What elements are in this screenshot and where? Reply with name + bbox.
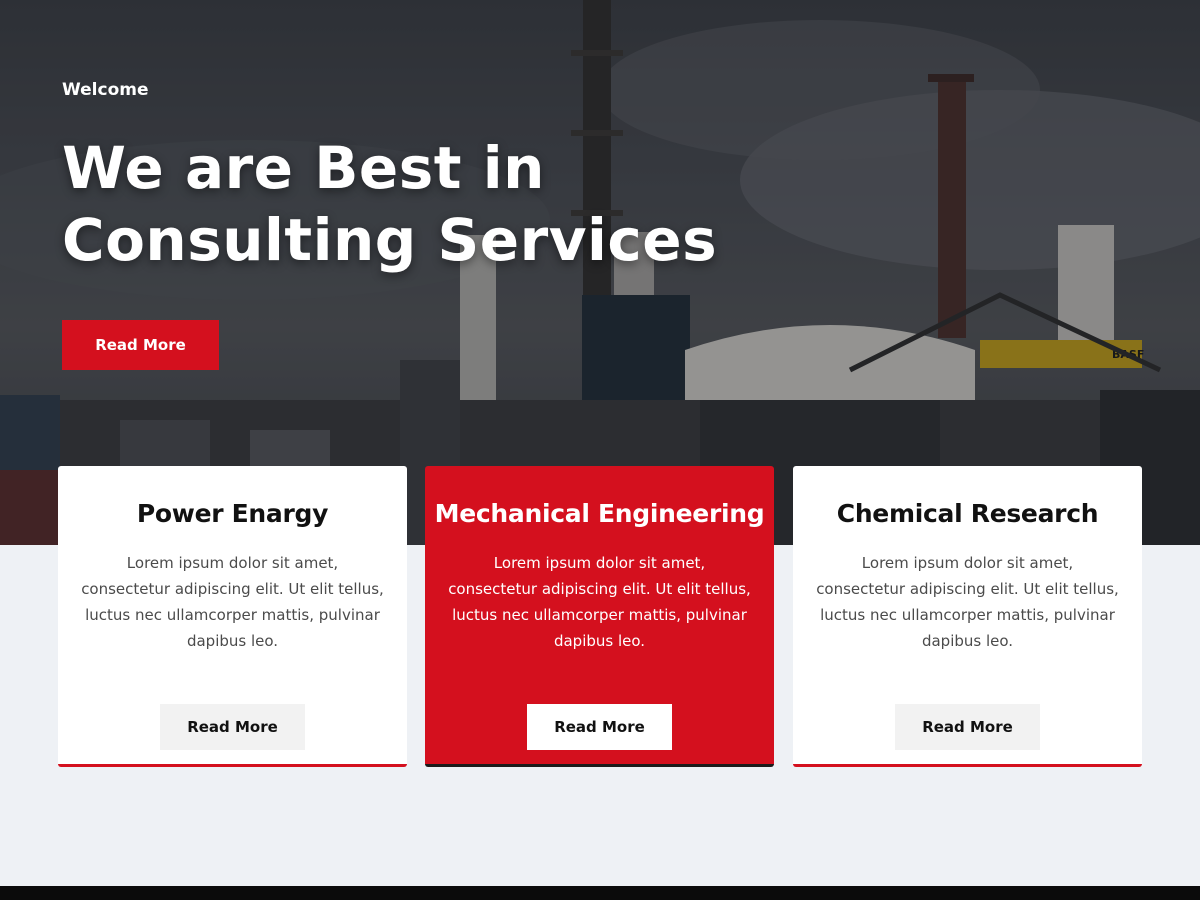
card-read-more-button[interactable]: Read More [527, 704, 672, 750]
card-description: Lorem ipsum dolor sit amet, consectetur … [81, 554, 384, 650]
services-cards: Power Enargy Lorem ipsum dolor sit amet,… [58, 466, 1142, 768]
card-power-energy: Power Enargy Lorem ipsum dolor sit amet,… [58, 466, 407, 767]
card-description: Lorem ipsum dolor sit amet, consectetur … [816, 554, 1119, 650]
hero-section: BASF Welcome We are Best in Consulting S… [0, 0, 1200, 545]
card-title: Power Enargy [136, 499, 329, 528]
card-read-more-button[interactable]: Read More [160, 704, 305, 750]
card-description: Lorem ipsum dolor sit amet, consectetur … [448, 554, 751, 650]
card-title: Mechanical Engineering [434, 499, 765, 528]
footer-bar [0, 886, 1200, 900]
card-mechanical-engineering: Mechanical Engineering Lorem ipsum dolor… [425, 466, 774, 767]
hero-title: We are Best in Consulting Services [62, 134, 718, 274]
card-chemical-research: Chemical Research Lorem ipsum dolor sit … [793, 466, 1142, 767]
welcome-label: Welcome [62, 80, 149, 100]
hero-read-more-button[interactable]: Read More [62, 320, 219, 370]
card-read-more-button[interactable]: Read More [895, 704, 1040, 750]
card-title: Chemical Research [836, 499, 1099, 528]
